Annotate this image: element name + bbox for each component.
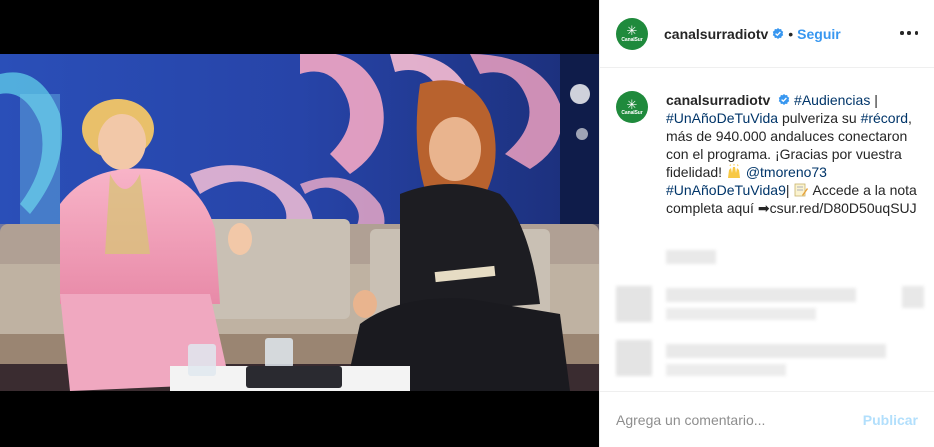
- publish-button[interactable]: Publicar: [863, 412, 918, 428]
- comment-bar: Publicar: [600, 391, 934, 447]
- blurred-block: [666, 308, 816, 320]
- blurred-block: [666, 364, 786, 376]
- hashtag-audiencias[interactable]: #Audiencias: [794, 92, 870, 108]
- hashtag-record[interactable]: #récord: [861, 110, 908, 126]
- blurred-block: [666, 250, 716, 264]
- canalsur-logo-icon: ✳: [626, 23, 638, 38]
- avatar-text: CanalSur: [621, 110, 643, 116]
- post-side-panel: ✳ CanalSur canalsurradiotv • Seguir ✳ Ca…: [599, 0, 934, 447]
- more-options-icon[interactable]: [900, 24, 918, 42]
- blurred-block: [666, 288, 856, 302]
- caption-text-1: pulveriza su: [778, 110, 861, 126]
- raising-hands-emoji-icon: [727, 164, 740, 178]
- username-link[interactable]: canalsurradiotv: [664, 26, 768, 42]
- memo-emoji-icon: [795, 183, 809, 197]
- blurred-block: [666, 344, 886, 358]
- canalsur-logo-icon: ✳: [626, 96, 638, 112]
- post-header: ✳ CanalSur canalsurradiotv • Seguir: [600, 0, 934, 68]
- hashtag-unanodetuvida[interactable]: #UnAñoDeTuVida: [666, 110, 778, 126]
- post-photo[interactable]: [0, 54, 599, 391]
- caption-avatar[interactable]: ✳ CanalSur: [616, 91, 648, 123]
- follow-button[interactable]: Seguir: [797, 26, 841, 42]
- avatar-text: CanalSur: [621, 36, 643, 43]
- post-media: [0, 0, 599, 447]
- blurred-comments-area: [616, 250, 924, 400]
- caption-text-3: |: [785, 182, 794, 198]
- caption-pipe: |: [870, 92, 878, 108]
- caption-username-link[interactable]: canalsurradiotv: [666, 92, 770, 108]
- blurred-avatar: [616, 286, 652, 322]
- separator-dot: •: [788, 25, 794, 42]
- comment-input[interactable]: [616, 411, 855, 428]
- hashtag-unanodetuvida9[interactable]: #UnAñoDeTuVida9: [666, 182, 786, 198]
- avatar[interactable]: ✳ CanalSur: [616, 17, 648, 50]
- verified-badge-icon: [778, 94, 790, 105]
- verified-badge-icon: [773, 27, 784, 39]
- caption-text: canalsurradiotv #Audiencias | #UnAñoDeTu…: [666, 91, 918, 217]
- blurred-block: [902, 286, 924, 308]
- mention-tmoreno73[interactable]: @tmoreno73: [746, 164, 827, 180]
- post-caption: ✳ CanalSur canalsurradiotv #Audiencias |…: [600, 68, 934, 217]
- post-photo-illustration: [0, 54, 599, 391]
- blurred-avatar: [616, 340, 652, 376]
